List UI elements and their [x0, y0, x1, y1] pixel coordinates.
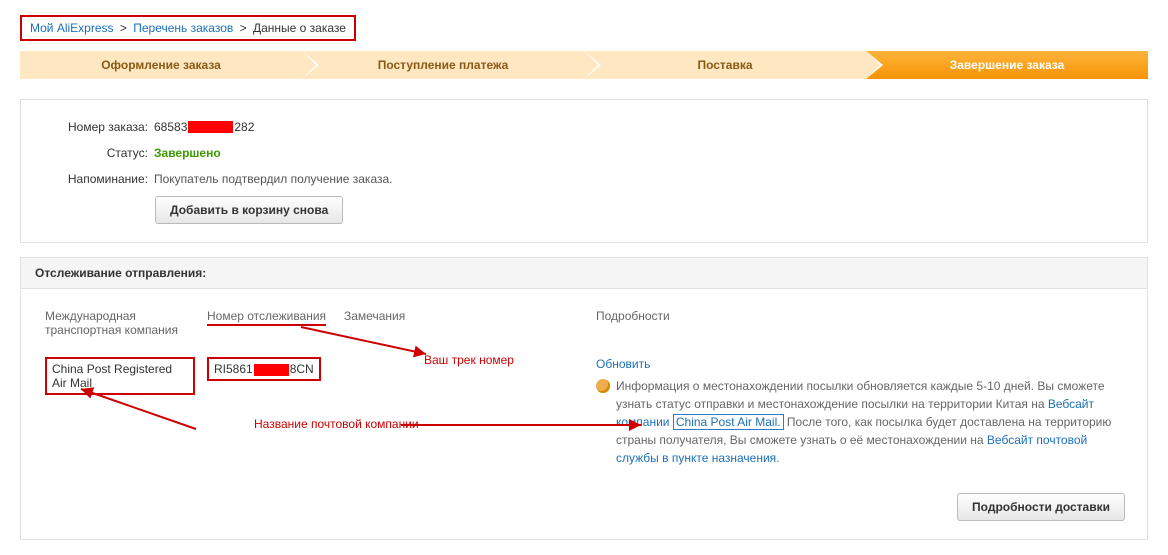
status-label: Статус: — [43, 144, 148, 162]
order-number-value: 68583282 — [154, 118, 254, 136]
col-trackno-header: Номер отслеживания — [207, 309, 342, 351]
order-info-panel: Номер заказа: 68583282 Статус: Завершено… — [20, 99, 1148, 243]
breadcrumb: Мой AliExpress > Перечень заказов > Данн… — [20, 15, 356, 41]
col-company-header: Международная транспортная компания — [45, 309, 205, 351]
tracking-heading: Отслеживание отправления: — [21, 258, 1147, 289]
step-shipping: Поставка — [584, 51, 866, 79]
step-complete: Завершение заказа — [866, 51, 1148, 79]
add-to-cart-again-button[interactable]: Добавить в корзину снова — [155, 196, 343, 224]
breadcrumb-home[interactable]: Мой AliExpress — [30, 21, 114, 35]
delivery-details-button[interactable]: Подробности доставки — [957, 493, 1125, 521]
shipping-company-value: China Post Registered Air Mail — [45, 357, 195, 395]
redacted-bar — [188, 121, 233, 133]
col-notes-header: Замечания — [344, 309, 594, 351]
refresh-link[interactable]: Обновить — [596, 357, 650, 371]
breadcrumb-orders[interactable]: Перечень заказов — [133, 21, 233, 35]
tracking-info-text: Информация о местонахождении посылки обн… — [616, 377, 1113, 467]
reminder-value: Покупатель подтвердил получение заказа. — [154, 170, 393, 188]
order-number-label: Номер заказа: — [43, 118, 148, 136]
breadcrumb-current: Данные о заказе — [253, 21, 346, 35]
reminder-label: Напоминание: — [43, 170, 148, 188]
step-checkout: Оформление заказа — [20, 51, 302, 79]
tracking-number-value: RI58618CN — [207, 357, 321, 381]
step-payment: Поступление платежа — [302, 51, 584, 79]
annotation-your-track: Ваш трек номер — [424, 353, 584, 367]
redacted-bar — [254, 364, 289, 376]
bulb-icon — [596, 379, 610, 393]
status-value: Завершено — [154, 144, 221, 162]
col-details-header: Подробности — [596, 309, 1123, 351]
progress-steps: Оформление заказа Поступление платежа По… — [20, 51, 1148, 79]
annotation-company-name: Название почтовой компании — [254, 417, 584, 431]
tracking-panel: Отслеживание отправления: Международная … — [20, 257, 1148, 540]
